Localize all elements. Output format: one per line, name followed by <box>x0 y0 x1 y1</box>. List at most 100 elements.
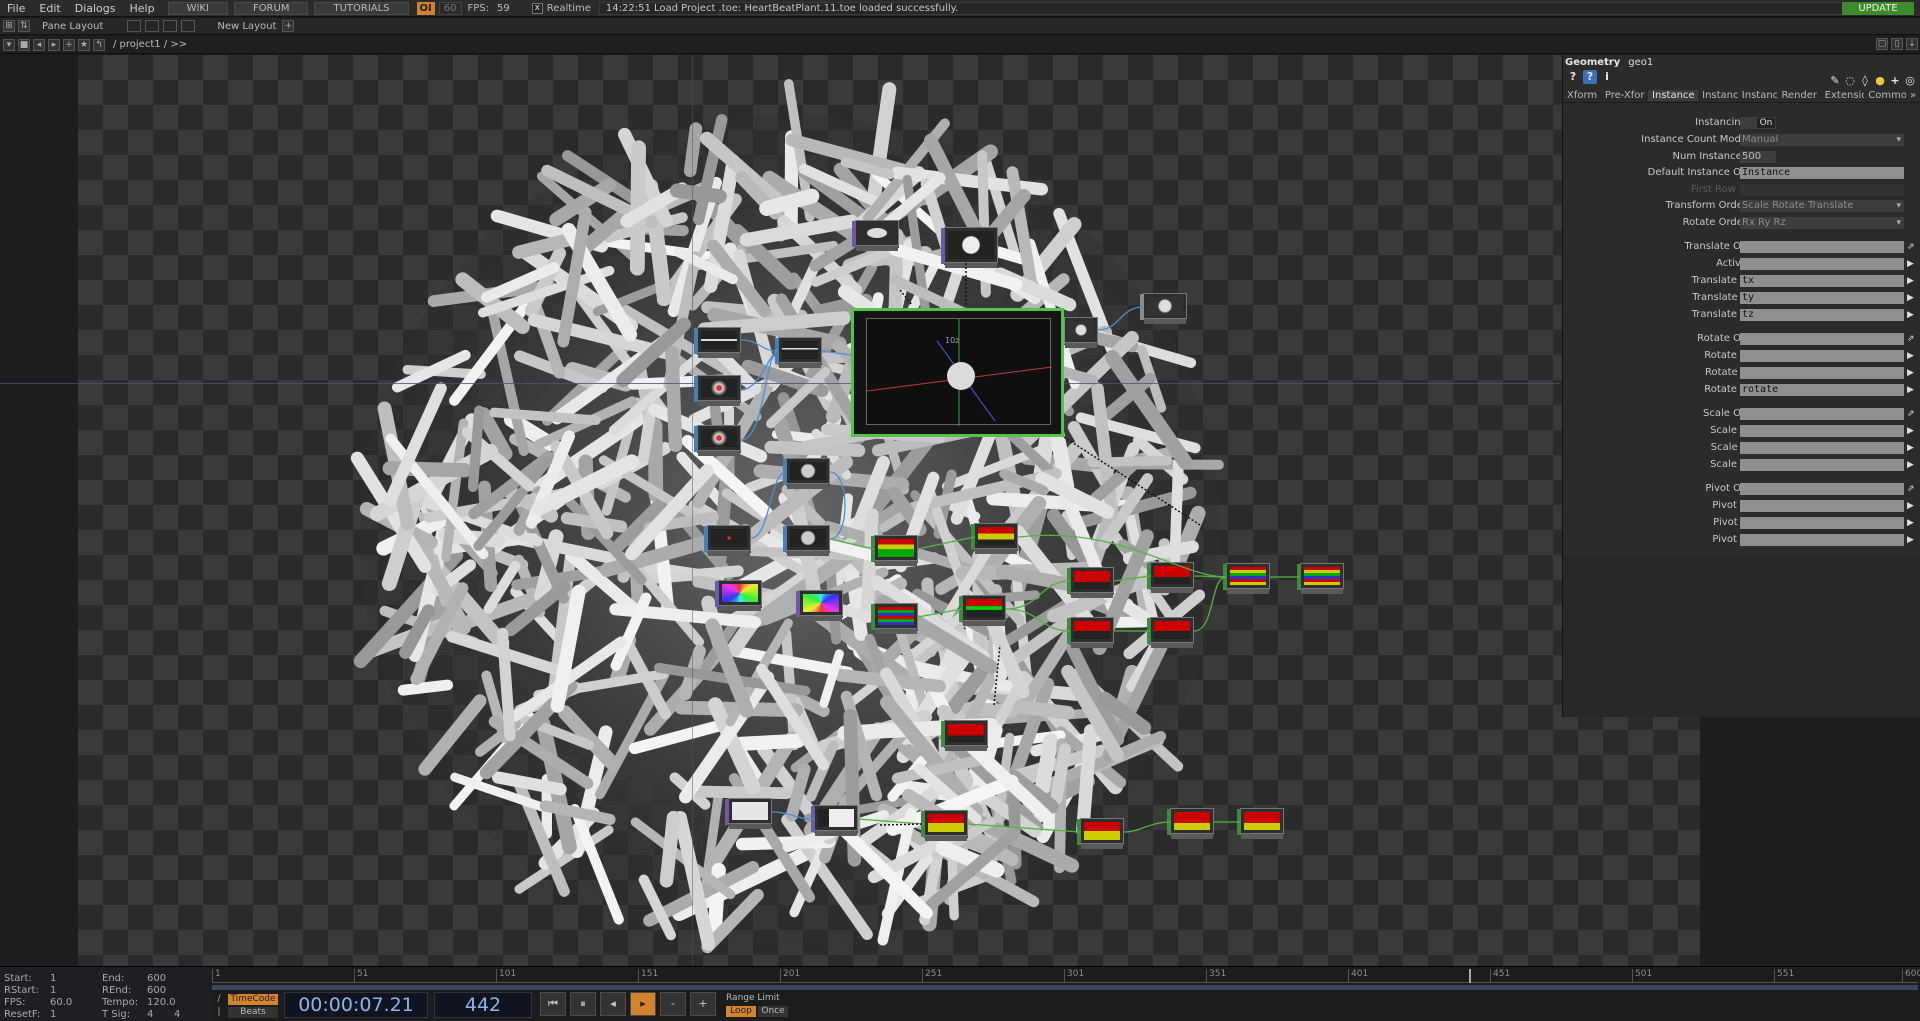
play-icon[interactable]: ▸ <box>630 992 656 1016</box>
tab-render[interactable]: Render <box>1777 90 1820 101</box>
node-chop-f[interactable] <box>1147 562 1194 593</box>
step-forward-icon[interactable]: + <box>690 992 716 1016</box>
instance-count-mode-menu[interactable]: Manual <box>1740 134 1904 146</box>
menu-help[interactable]: Help <box>123 2 162 15</box>
clone-icon[interactable]: ◊ <box>1858 74 1872 88</box>
range-bar[interactable] <box>212 985 1918 990</box>
menu-arrow-icon[interactable]: ▶ <box>1907 275 1917 287</box>
beats-button[interactable]: Beats <box>228 1007 278 1018</box>
rotate-z-field[interactable]: rotate <box>1740 384 1904 396</box>
help-icon[interactable]: ? <box>1566 70 1580 84</box>
menu-arrow-icon[interactable]: ▶ <box>1907 367 1917 379</box>
menu-dialogs[interactable]: Dialogs <box>68 2 123 15</box>
frame-display[interactable]: 442 <box>434 992 532 1018</box>
split-pane-icon[interactable]: ▯ <box>1891 38 1903 50</box>
menu-arrow-icon[interactable]: ▶ <box>1907 500 1917 512</box>
tabs-more-icon[interactable]: » <box>1906 90 1920 101</box>
back-icon[interactable]: ◂ <box>33 38 45 51</box>
step-back-icon[interactable]: - <box>660 992 686 1016</box>
node-sop-point[interactable] <box>704 525 751 556</box>
tab-instance-3[interactable]: Instance <box>1738 90 1778 101</box>
transform-order-menu[interactable]: Scale Rotate Translate <box>1740 200 1904 212</box>
pause-icon[interactable]: ⏸ <box>570 992 596 1016</box>
node-chop-e[interactable] <box>1067 567 1114 598</box>
tab-extensions[interactable]: Extensio <box>1821 90 1865 101</box>
rotate-order-menu[interactable]: Rx Ry Rz <box>1740 217 1904 229</box>
comment-icon[interactable]: ◌ <box>1843 74 1857 88</box>
op-picker-icon[interactable]: ⇗ <box>1907 241 1917 253</box>
tab-xform[interactable]: Xform <box>1563 90 1601 101</box>
forum-button[interactable]: FORUM <box>233 1 309 15</box>
pane-menu-icon[interactable]: ⊞ <box>3 20 15 32</box>
node-geo-output[interactable] <box>1140 293 1187 324</box>
pivot-op-field[interactable] <box>1740 483 1904 495</box>
node-chop-b[interactable] <box>971 523 1018 554</box>
node-chop-g[interactable] <box>1067 617 1114 648</box>
translate-z-field[interactable]: tz <box>1740 309 1904 321</box>
tsig-b-value[interactable]: 4 <box>174 1009 180 1020</box>
timecode-button[interactable]: TimeCode <box>228 994 278 1005</box>
node-sop-line-b[interactable] <box>775 337 822 368</box>
play-reverse-icon[interactable]: ◂ <box>600 992 626 1016</box>
oi-button[interactable]: OI <box>416 1 435 15</box>
globe-icon[interactable]: ● <box>1873 74 1887 88</box>
node-sop-line-a[interactable] <box>694 327 741 358</box>
node-chop-j[interactable] <box>921 810 968 841</box>
default-instance-op-field[interactable]: Instance <box>1740 167 1904 179</box>
tab-instance-2[interactable]: Instance <box>1698 90 1738 101</box>
layout-quad-icon[interactable] <box>181 20 196 32</box>
node-chop-k[interactable] <box>1077 818 1124 849</box>
menu-edit[interactable]: Edit <box>32 2 67 15</box>
op-name[interactable]: geo1 <box>1628 57 1653 68</box>
node-sop-sphere-a[interactable] <box>694 375 741 406</box>
pivot-x-field[interactable] <box>1740 500 1904 512</box>
node-render-top[interactable] <box>941 227 998 268</box>
node-chop-merge[interactable] <box>1223 563 1270 594</box>
translate-x-field[interactable]: tx <box>1740 275 1904 287</box>
node-top-noise-a[interactable] <box>715 580 762 611</box>
layout-split-left-icon[interactable] <box>145 20 160 32</box>
op-picker-icon[interactable]: ⇗ <box>1907 333 1917 345</box>
pivot-y-field[interactable] <box>1740 517 1904 529</box>
time-ruler[interactable]: 1 51 101 151 201 251 301 351 401 451 501… <box>212 969 1920 983</box>
translate-y-field[interactable]: ty <box>1740 292 1904 304</box>
pivot-z-field[interactable] <box>1740 534 1904 546</box>
menu-arrow-icon[interactable]: ▶ <box>1907 384 1917 396</box>
menu-arrow-icon[interactable]: ▶ <box>1907 517 1917 529</box>
once-button[interactable]: Once <box>758 1006 788 1017</box>
tab-instance[interactable]: Instance <box>1648 89 1699 101</box>
up-level-icon[interactable]: ↰ <box>93 38 105 51</box>
tutorials-button[interactable]: TUTORIALS <box>314 1 409 15</box>
op-picker-icon[interactable]: ⇗ <box>1907 483 1917 495</box>
tsig-a-value[interactable]: 4 <box>147 1009 153 1020</box>
node-chop-h[interactable] <box>1147 617 1194 648</box>
python-help-icon[interactable]: ? <box>1583 70 1597 84</box>
menu-arrow-icon[interactable]: ▶ <box>1907 350 1917 362</box>
render-viewer-node[interactable]: 10z <box>851 308 1064 437</box>
end-value[interactable]: 600 <box>147 973 166 984</box>
scale-op-field[interactable] <box>1740 408 1904 420</box>
node-top-noise-b[interactable] <box>796 590 843 621</box>
node-top-white-b[interactable] <box>811 805 858 836</box>
instancing-toggle[interactable]: On <box>1740 117 1776 129</box>
menu-arrow-icon[interactable]: ▶ <box>1907 459 1917 471</box>
menu-arrow-icon[interactable]: ▶ <box>1907 442 1917 454</box>
home-icon[interactable]: + <box>63 38 75 51</box>
scale-y-field[interactable] <box>1740 442 1904 454</box>
network-path[interactable]: / project1 / >> <box>113 39 187 50</box>
node-chop-a[interactable] <box>871 535 918 566</box>
add-icon[interactable]: + <box>1888 74 1902 88</box>
rend-value[interactable]: 600 <box>147 985 166 996</box>
scale-x-field[interactable] <box>1740 425 1904 437</box>
rstart-value[interactable]: 1 <box>50 985 56 996</box>
op-picker-icon[interactable]: ⇗ <box>1907 408 1917 420</box>
node-chop-c[interactable] <box>871 603 918 634</box>
stop-icon[interactable]: ■ <box>18 38 30 51</box>
rotate-x-field[interactable] <box>1740 350 1904 362</box>
forward-icon[interactable]: ▸ <box>48 38 60 51</box>
node-sop-ball-a[interactable] <box>783 458 830 489</box>
menu-arrow-icon[interactable]: ▶ <box>1907 309 1917 321</box>
node-top-white-a[interactable] <box>725 798 772 829</box>
node-chop-d[interactable] <box>959 595 1006 626</box>
playhead[interactable] <box>1469 969 1471 983</box>
